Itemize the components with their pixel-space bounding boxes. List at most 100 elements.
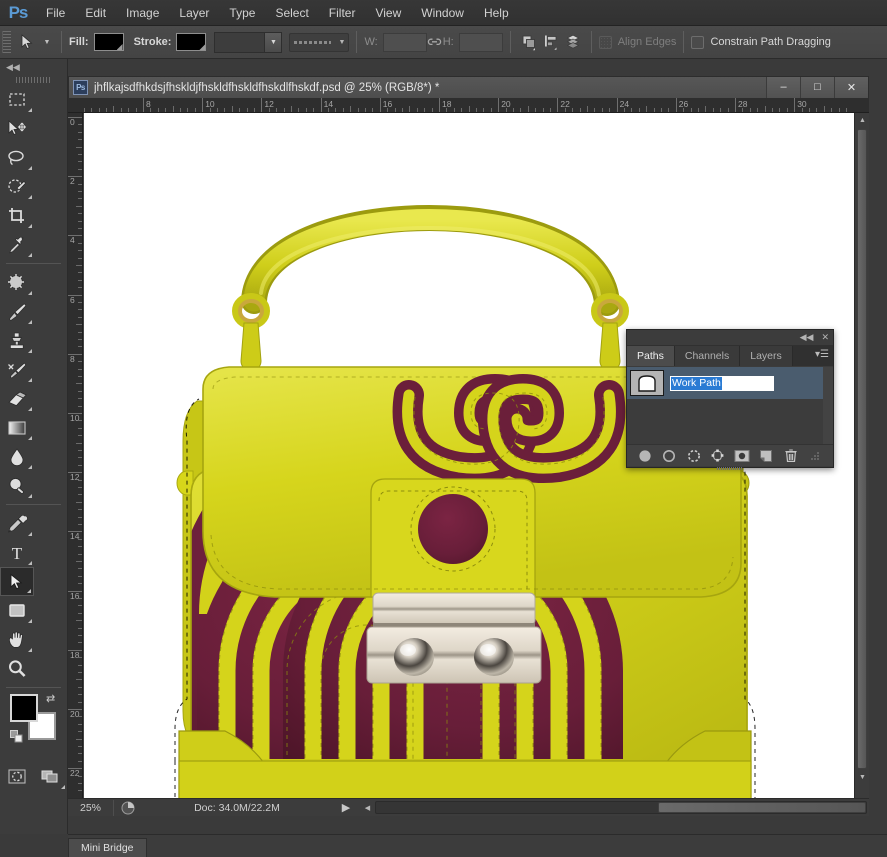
- load-path-as-selection-button[interactable]: [685, 447, 702, 464]
- move-tool[interactable]: [0, 114, 34, 143]
- quick-selection-tool[interactable]: [0, 172, 34, 201]
- tool-preset-chevron-down-icon[interactable]: ▼: [40, 30, 54, 54]
- horizontal-scroll-track[interactable]: [375, 801, 867, 814]
- options-bar-grip[interactable]: [2, 31, 11, 53]
- scroll-down-arrow-icon[interactable]: ▼: [855, 770, 870, 785]
- swap-colors-icon[interactable]: ⇄: [46, 692, 55, 705]
- delete-path-button[interactable]: [782, 447, 799, 464]
- tools-panel-grip[interactable]: [0, 75, 67, 85]
- paths-list-scrollbar[interactable]: [823, 367, 833, 444]
- ruler-minor-tick: [128, 108, 130, 112]
- collapse-panel-icon[interactable]: ◀◀: [800, 332, 814, 343]
- menu-item-help[interactable]: Help: [474, 0, 519, 26]
- blur-tool[interactable]: [0, 442, 34, 471]
- stroke-style-combo[interactable]: ▼: [289, 32, 350, 52]
- path-selection-tool[interactable]: [0, 567, 34, 596]
- eyedropper-tool[interactable]: [0, 230, 34, 259]
- menu-item-filter[interactable]: Filter: [319, 0, 366, 26]
- ruler-minor-tick: [76, 442, 82, 444]
- scroll-up-arrow-icon[interactable]: ▲: [855, 113, 870, 128]
- panel-tab-paths[interactable]: Paths: [627, 346, 675, 366]
- zoom-level-input[interactable]: 25%: [68, 799, 114, 816]
- maximize-button[interactable]: □: [800, 76, 834, 98]
- path-list-item[interactable]: Work Path: [627, 367, 833, 399]
- fill-color-swatch[interactable]: [93, 33, 124, 51]
- gradient-tool[interactable]: [0, 413, 34, 442]
- foreground-color-swatch[interactable]: [10, 694, 38, 722]
- path-alignment-icon[interactable]: [540, 31, 562, 53]
- add-layer-mask-button[interactable]: [734, 447, 751, 464]
- lasso-tool[interactable]: [0, 143, 34, 172]
- default-colors-icon[interactable]: [10, 730, 24, 744]
- close-button[interactable]: ✕: [834, 76, 868, 98]
- panel-tab-layers[interactable]: Layers: [740, 346, 793, 366]
- menu-item-layer[interactable]: Layer: [169, 0, 219, 26]
- panel-resize-grip[interactable]: [806, 447, 823, 464]
- document-size-info[interactable]: Doc: 34.0M/22.2M: [142, 802, 332, 814]
- dodge-tool[interactable]: [0, 471, 34, 500]
- horizontal-type-tool[interactable]: T: [0, 538, 34, 567]
- status-menu-arrow-icon[interactable]: ▶: [332, 801, 360, 814]
- ruler-minor-tick: [209, 108, 211, 112]
- menu-item-window[interactable]: Window: [411, 0, 474, 26]
- history-brush-tool[interactable]: [0, 355, 34, 384]
- menu-item-select[interactable]: Select: [265, 0, 318, 26]
- tools-panel-collapse-icon[interactable]: ◀◀: [0, 59, 67, 75]
- link-width-height-icon[interactable]: [427, 32, 443, 52]
- zoom-tool[interactable]: [0, 654, 34, 683]
- eraser-tool[interactable]: [0, 384, 34, 413]
- stroke-width-combo[interactable]: ▼: [214, 31, 283, 53]
- spot-healing-brush-tool[interactable]: [0, 268, 34, 297]
- rectangular-marquee-tool[interactable]: [0, 85, 34, 114]
- document-preview-icon[interactable]: [114, 801, 142, 815]
- path-selection-tool-preset-icon[interactable]: [14, 30, 40, 54]
- pen-tool[interactable]: [0, 509, 34, 538]
- path-operations-icon[interactable]: [518, 31, 540, 53]
- make-work-path-from-selection-button[interactable]: [709, 447, 726, 464]
- menu-item-type[interactable]: Type: [219, 0, 265, 26]
- constrain-path-dragging-checkbox[interactable]: [691, 35, 705, 49]
- divider: [590, 31, 592, 53]
- menu-item-view[interactable]: View: [365, 0, 411, 26]
- panel-bottom-grip[interactable]: [627, 466, 833, 470]
- menu-item-edit[interactable]: Edit: [75, 0, 116, 26]
- stroke-color-swatch[interactable]: [176, 33, 207, 51]
- scroll-left-arrow-icon[interactable]: ◀: [360, 800, 375, 815]
- ruler-minor-tick: [424, 108, 426, 112]
- screen-mode-icon[interactable]: [34, 762, 68, 791]
- horizontal-ruler[interactable]: 8 10 12 14 16 18 20 22 24 26 28 30: [68, 98, 869, 113]
- clone-stamp-tool[interactable]: [0, 326, 34, 355]
- quick-mask-mode-icon[interactable]: [0, 762, 34, 791]
- panel-menu-icon[interactable]: ▾☰: [815, 349, 829, 360]
- minimize-button[interactable]: –: [766, 76, 800, 98]
- menu-item-file[interactable]: File: [36, 0, 75, 26]
- crop-tool[interactable]: [0, 201, 34, 230]
- mini-bridge-tab[interactable]: Mini Bridge: [68, 838, 147, 857]
- path-arrangement-icon[interactable]: [562, 31, 584, 53]
- vertical-ruler[interactable]: 0 2 4 6 8 10 12 14 16 18 20 22: [68, 113, 83, 801]
- fill-path-button[interactable]: [637, 447, 654, 464]
- brush-tool[interactable]: [0, 297, 34, 326]
- hand-tool[interactable]: [0, 625, 34, 654]
- stroke-width-chevron-down-icon[interactable]: ▼: [264, 32, 282, 52]
- width-input[interactable]: [382, 32, 427, 52]
- ruler-minor-tick: [78, 183, 82, 185]
- create-new-path-button[interactable]: [758, 447, 775, 464]
- panel-tab-channels[interactable]: Channels: [674, 346, 741, 366]
- height-label: H:: [442, 36, 454, 48]
- canvas-vertical-scrollbar[interactable]: ▲ ▼: [854, 113, 869, 801]
- document-title-bar[interactable]: Ps jhflkajsdfhkdsjfhskldjfhskldfhskldfhs…: [68, 76, 869, 98]
- horizontal-scroll-thumb[interactable]: [658, 802, 866, 813]
- height-input[interactable]: [458, 32, 503, 52]
- stroke-path-button[interactable]: [661, 447, 678, 464]
- panel-title-bar[interactable]: ◀◀ ✕: [627, 330, 833, 345]
- close-panel-icon[interactable]: ✕: [821, 332, 829, 343]
- path-name-input[interactable]: Work Path: [670, 375, 774, 391]
- rectangle-tool[interactable]: [0, 596, 34, 625]
- ruler-minor-tick: [328, 108, 329, 112]
- vertical-scroll-thumb[interactable]: [857, 129, 867, 769]
- stroke-style-chevron-down-icon[interactable]: ▼: [335, 39, 348, 46]
- menu-item-image[interactable]: Image: [116, 0, 169, 26]
- align-edges-checkbox[interactable]: [598, 35, 612, 49]
- divider: [61, 31, 62, 53]
